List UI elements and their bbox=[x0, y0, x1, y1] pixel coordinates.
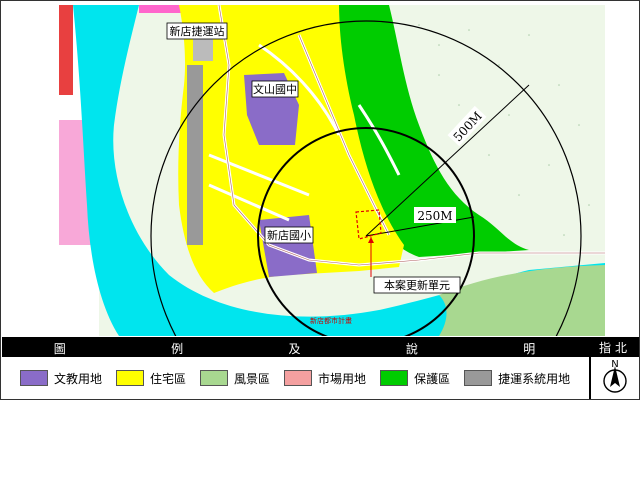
legend-items: 文教用地 住宅區 風景區 市場用地 保護區 捷運系統用地 bbox=[2, 357, 589, 399]
legend-title-char-5: 明 bbox=[523, 341, 538, 356]
legend-title-band: 圖 例 及 說 明 bbox=[2, 339, 589, 357]
north-letter: N bbox=[611, 359, 618, 370]
legend-item-scenic: 風景區 bbox=[200, 370, 270, 387]
mrt-zone bbox=[187, 65, 203, 245]
zoning-map-figure: 新店捷運站 文山國中 新店國小 500M 250M 本案更新單元 新店都市計畫 … bbox=[0, 0, 640, 400]
legend-item-mrt: 捷運系統用地 bbox=[464, 370, 570, 387]
xindian-school-label: 新店國小 bbox=[267, 228, 311, 242]
station-label-box: 新店捷運站 bbox=[166, 22, 228, 40]
legend-title-char-3: 及 bbox=[288, 341, 303, 356]
legend-item-market: 市場用地 bbox=[284, 370, 366, 387]
wenshan-school-label: 文山國中 bbox=[253, 82, 297, 96]
xindian-label-box: 新店國小 bbox=[264, 226, 314, 244]
site-label-box: 本案更新單元 bbox=[373, 276, 461, 294]
legend-label-education: 文教用地 bbox=[54, 371, 103, 386]
north-arrow-icon: N bbox=[603, 359, 627, 393]
legend-item-residential: 住宅區 bbox=[116, 370, 186, 387]
legend-title-char-4: 說 bbox=[405, 341, 420, 356]
legend-item-protection: 保護區 bbox=[380, 370, 450, 387]
plan-footer-label: 新店都市計畫 bbox=[310, 316, 352, 325]
wenshan-label-box: 文山國中 bbox=[251, 80, 299, 98]
legend-label-mrt: 捷運系統用地 bbox=[498, 371, 571, 386]
legend-title-char-2: 例 bbox=[171, 341, 186, 356]
red-zone-top-left bbox=[59, 5, 73, 95]
legend-swatch-protection bbox=[380, 370, 409, 386]
legend-label-market: 市場用地 bbox=[318, 371, 367, 386]
legend-item-education: 文教用地 bbox=[20, 370, 102, 387]
legend-label-residential: 住宅區 bbox=[150, 371, 187, 386]
station-label: 新店捷運站 bbox=[170, 24, 225, 38]
legend-label-protection: 保護區 bbox=[414, 371, 451, 386]
legend-swatch-market bbox=[284, 370, 313, 386]
legend-title-char-1: 圖 bbox=[53, 341, 68, 356]
legend-swatch-residential bbox=[116, 370, 145, 386]
radius-250m-label-group: 250M bbox=[414, 207, 456, 223]
radius-250m-label: 250M bbox=[417, 209, 452, 223]
school-zone-xindian bbox=[259, 215, 317, 277]
zoning-map: 新店捷運站 文山國中 新店國小 500M 250M 本案更新單元 新店都市計畫 bbox=[59, 5, 605, 336]
north-arrow-box: N bbox=[591, 357, 639, 399]
north-title-band: 指北 bbox=[591, 339, 639, 357]
legend-swatch-scenic bbox=[200, 370, 229, 386]
legend-label-scenic: 風景區 bbox=[234, 371, 271, 386]
site-label: 本案更新單元 bbox=[384, 278, 450, 292]
legend-swatch-mrt bbox=[464, 370, 493, 386]
legend-swatch-education bbox=[20, 370, 48, 386]
